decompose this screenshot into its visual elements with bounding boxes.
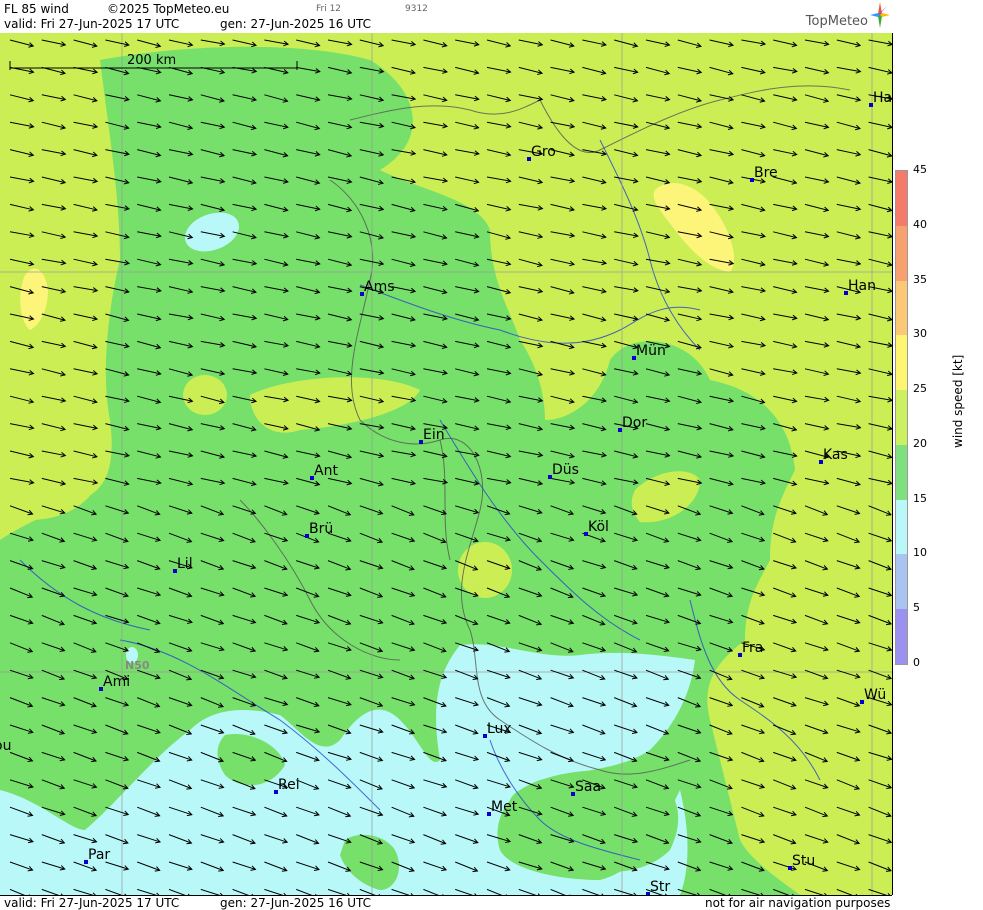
city-label: Rei xyxy=(278,777,300,793)
city-stu: Stu xyxy=(788,853,815,870)
city-han: Han xyxy=(844,278,876,295)
city-köl: Köl xyxy=(584,519,609,536)
city-label: Kas xyxy=(823,447,848,463)
city-ams: Ams xyxy=(360,279,395,296)
legend-tick-label: 40 xyxy=(913,217,927,231)
product-title: FL 85 wind xyxy=(4,2,69,16)
legend-segment xyxy=(896,280,907,336)
legend-color-bar xyxy=(895,170,908,665)
city-düs: Düs xyxy=(548,462,579,479)
generated-time: gen: 27-Jun-2025 16 UTC xyxy=(220,17,372,31)
city-lux: Lux xyxy=(483,721,512,738)
legend-tick-label: 30 xyxy=(913,327,927,341)
city-label: Fra xyxy=(742,640,763,656)
city-label: Ami xyxy=(103,674,130,690)
city-ou: ou xyxy=(0,738,11,754)
city-label: Stu xyxy=(792,853,815,869)
legend-segment xyxy=(896,390,907,446)
wind-map-svg: N50 200 km HaGroBreAms HanMünDorEinKasAnt… xyxy=(0,33,892,895)
copyright-text: ©2025 TopMeteo.eu xyxy=(107,2,230,16)
city-kas: Kas xyxy=(819,447,848,464)
city-ein: Ein xyxy=(419,427,445,444)
city-fra: Fra xyxy=(738,640,763,657)
legend-segment xyxy=(896,171,907,227)
footer-valid-time: valid: Fri 27-Jun-2025 17 UTC xyxy=(4,896,180,910)
city-rei: Rei xyxy=(274,777,300,794)
legend-title: wind speed [kt] xyxy=(951,354,965,448)
legend-tick-label: 20 xyxy=(913,436,927,450)
city-label: Düs xyxy=(552,462,579,478)
legend-segment xyxy=(896,225,907,282)
city-label: Lux xyxy=(487,721,512,737)
wind-speed-legend: 45 40 35 30 25 20 15 10 5 0 wind speed [kt] xyxy=(893,33,983,909)
city-label: Dor xyxy=(622,415,647,431)
city-label: Str xyxy=(650,879,670,895)
city-label: Ha xyxy=(873,90,892,106)
city-par: Par xyxy=(84,847,110,864)
city-saa: Saa xyxy=(571,779,601,796)
city-gro: Gro xyxy=(527,144,556,161)
legend-segment xyxy=(896,609,907,665)
city-label: Gro xyxy=(531,144,556,160)
topmeteo-logo: TopMeteo xyxy=(782,2,892,32)
legend-tick-label: 45 xyxy=(913,163,927,176)
city-ami: Ami xyxy=(99,674,130,691)
logo-text: TopMeteo xyxy=(805,14,868,29)
city-met: Met xyxy=(487,799,518,816)
header-small-day: Fri 12 xyxy=(316,4,342,14)
map-header: FL 85 wind ©2025 TopMeteo.eu Fri 12 9312… xyxy=(0,0,892,34)
city-wü: Wü xyxy=(860,687,886,704)
legend-tick-label: 35 xyxy=(913,272,927,286)
zone-25-30-pocket-a xyxy=(183,375,227,415)
disclaimer-text: not for air navigation purposes xyxy=(705,896,891,910)
legend-tick-label: 10 xyxy=(913,546,927,560)
scale-label: 200 km xyxy=(127,53,176,68)
legend-tick-label: 0 xyxy=(913,656,920,669)
city-label: Brü xyxy=(309,521,333,537)
map-footer: valid: Fri 27-Jun-2025 17 UTC gen: 27-Ju… xyxy=(0,895,892,910)
city-label: ou xyxy=(0,738,11,754)
footer-generated-time: gen: 27-Jun-2025 16 UTC xyxy=(220,896,372,910)
city-label: Bre xyxy=(754,165,778,181)
zone-25-30-pocket-c xyxy=(458,542,512,598)
city-label: Lil xyxy=(177,556,193,572)
city-ant: Ant xyxy=(310,463,338,480)
city-label: Ant xyxy=(314,463,338,479)
city-label: Mün xyxy=(636,343,666,359)
city-label: Ams xyxy=(364,279,395,295)
legend-tick-label: 5 xyxy=(913,601,920,615)
city-bre: Bre xyxy=(750,165,778,182)
city-mün: Mün xyxy=(632,343,666,360)
city-label: Saa xyxy=(575,779,601,795)
legend-segment xyxy=(896,499,907,555)
legend-tick-label: 15 xyxy=(913,491,927,505)
city-label: Met xyxy=(491,799,518,815)
header-small-code: 9312 xyxy=(405,4,428,14)
city-brü: Brü xyxy=(305,521,333,538)
city-str: Str xyxy=(646,879,670,895)
city-ha: Ha xyxy=(869,90,892,107)
compass-icon xyxy=(870,2,890,28)
valid-time: valid: Fri 27-Jun-2025 17 UTC xyxy=(4,17,180,31)
city-label: Han xyxy=(848,278,876,294)
city-dor: Dor xyxy=(618,415,647,432)
city-label: Köl xyxy=(588,519,609,535)
city-label: Wü xyxy=(864,687,886,703)
legend-segment xyxy=(896,554,907,610)
city-label: Par xyxy=(88,847,110,863)
legend-segment xyxy=(896,444,907,501)
wind-map[interactable]: N50 200 km Ha Gro Bre Ams Han Mün Dor Ein Kas Ant… xyxy=(0,33,893,895)
legend-tick-label: 25 xyxy=(913,382,927,396)
city-label: Ein xyxy=(423,427,445,443)
legend-segment xyxy=(896,335,907,391)
